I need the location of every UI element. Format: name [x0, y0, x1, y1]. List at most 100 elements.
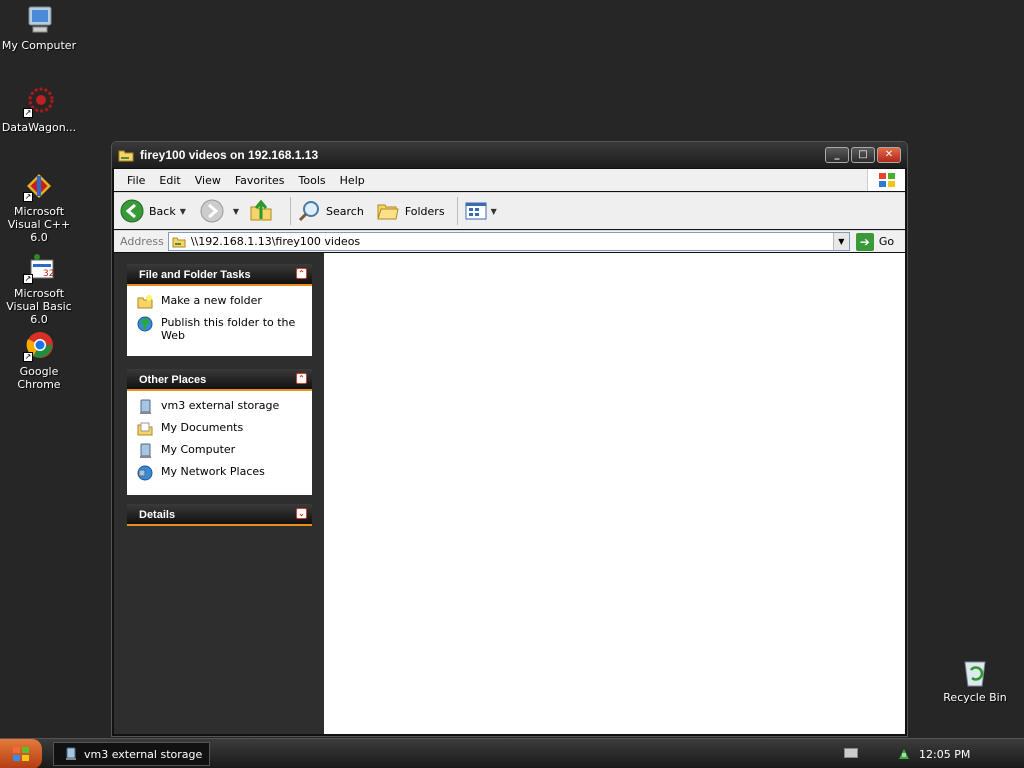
network-status-icon[interactable]	[897, 747, 911, 761]
place-label: My Network Places	[161, 465, 265, 478]
up-folder-button[interactable]	[249, 199, 278, 223]
go-arrow-icon: ➔	[855, 232, 874, 251]
svg-text:32: 32	[43, 269, 54, 279]
explorer-window: firey100 videos on 192.168.1.13 _ □ ✕ Fi…	[111, 141, 908, 737]
task-label: Publish this folder to the Web	[161, 316, 296, 342]
panel-title: Details	[139, 509, 176, 521]
back-dropdown-icon[interactable]: ▼	[180, 207, 186, 216]
system-tray: 12:05 PM	[844, 739, 1024, 768]
visual-basic-icon: 32 ↗	[23, 252, 55, 284]
details-panel: Details ⌄	[127, 504, 312, 526]
address-bar: Address \\192.168.1.13\firey100 videos ▼…	[114, 230, 905, 252]
place-label: My Computer	[161, 443, 236, 456]
place-my-computer[interactable]: My Computer	[137, 443, 302, 459]
search-button[interactable]: Search	[297, 199, 364, 223]
computer-icon	[64, 747, 78, 761]
collapse-icon[interactable]: ⌃	[296, 373, 307, 384]
address-value: \\192.168.1.13\firey100 videos	[190, 235, 361, 248]
task-publish-web[interactable]: Publish this folder to the Web	[137, 316, 302, 342]
keyboard-icon[interactable]	[844, 748, 858, 758]
go-label: Go	[878, 235, 895, 248]
folders-label: Folders	[404, 204, 445, 218]
desktop-icon-google-chrome[interactable]: ↗ Google Chrome	[0, 330, 78, 391]
taskbar: vm3 external storage 12:05 PM	[0, 738, 1024, 768]
back-label: Back	[149, 204, 176, 218]
other-places-panel: Other Places ⌃ vm3 external storage My D…	[127, 369, 312, 495]
file-list-area[interactable]	[324, 253, 905, 734]
views-icon	[464, 199, 488, 223]
forward-arrow-icon	[200, 199, 224, 223]
go-button[interactable]: ➔ Go	[855, 232, 895, 251]
desktop-icon-label: Microsoft Visual C++ 6.0	[7, 205, 71, 244]
place-label: My Documents	[161, 421, 244, 434]
place-vm3-external-storage[interactable]: vm3 external storage	[137, 399, 302, 415]
minimize-button[interactable]: _	[825, 147, 849, 163]
shortcut-arrow-icon: ↗	[23, 192, 33, 202]
menu-favorites[interactable]: Favorites	[228, 174, 292, 187]
recycle-bin-icon	[959, 656, 991, 688]
new-folder-icon	[137, 294, 153, 310]
menu-edit[interactable]: Edit	[152, 174, 187, 187]
panel-header[interactable]: Details ⌄	[127, 504, 312, 526]
title-bar[interactable]: firey100 videos on 192.168.1.13 _ □ ✕	[112, 142, 907, 168]
address-input[interactable]: \\192.168.1.13\firey100 videos ▼	[167, 232, 850, 251]
address-dropdown-icon[interactable]: ▼	[832, 233, 849, 250]
menu-file[interactable]: File	[120, 174, 152, 187]
file-folder-tasks-panel: File and Folder Tasks ⌃ Make a new folde…	[127, 264, 312, 356]
maximize-button[interactable]: □	[851, 147, 875, 163]
close-button[interactable]: ✕	[877, 147, 901, 163]
desktop-icon-recycle-bin[interactable]: Recycle Bin	[936, 656, 1014, 704]
desktop-icon-label: DataWagon...	[1, 121, 77, 134]
window-title: firey100 videos on 192.168.1.13	[140, 148, 319, 162]
desktop-icon-label: Google Chrome	[17, 365, 61, 391]
computer-icon	[137, 399, 153, 415]
toolbar: Back ▼ ▼ Search Folders ▼	[114, 192, 905, 229]
up-folder-icon	[249, 199, 273, 223]
desktop-icon-my-computer[interactable]: My Computer	[0, 4, 78, 52]
start-button[interactable]	[0, 739, 42, 768]
back-button[interactable]: Back ▼	[120, 199, 186, 223]
desktop-icon-datawagon[interactable]: ↗ DataWagon...	[0, 86, 78, 134]
panel-title: Other Places	[139, 374, 207, 386]
taskbar-button-label: vm3 external storage	[84, 747, 203, 761]
forward-button[interactable]: ▼	[200, 199, 239, 223]
task-make-new-folder[interactable]: Make a new folder	[137, 294, 302, 310]
views-button[interactable]: ▼	[464, 199, 497, 223]
folders-icon	[376, 199, 400, 223]
shortcut-arrow-icon: ↗	[23, 108, 33, 118]
collapse-icon[interactable]: ⌃	[296, 268, 307, 279]
visual-cpp-icon: ↗	[23, 170, 55, 202]
chrome-icon: ↗	[23, 330, 55, 362]
network-places-icon	[137, 465, 153, 481]
desktop-icon-visual-basic[interactable]: 32 ↗ Microsoft Visual Basic 6.0	[0, 252, 78, 326]
network-folder-icon	[118, 147, 134, 163]
taskbar-button-vm3[interactable]: vm3 external storage	[53, 742, 210, 766]
windows-logo-icon	[13, 747, 29, 761]
desktop-icon-label: Recycle Bin	[943, 691, 1007, 704]
views-dropdown-icon[interactable]: ▼	[491, 207, 497, 216]
menu-help[interactable]: Help	[333, 174, 372, 187]
place-my-documents[interactable]: My Documents	[137, 421, 302, 437]
task-label: Make a new folder	[161, 294, 262, 307]
desktop-icon-visual-cpp[interactable]: ↗ Microsoft Visual C++ 6.0	[0, 170, 78, 244]
back-arrow-icon	[120, 199, 144, 223]
computer-icon	[23, 4, 55, 36]
menu-view[interactable]: View	[188, 174, 228, 187]
windows-logo-icon	[867, 169, 905, 191]
clock[interactable]: 12:05 PM	[919, 748, 970, 761]
search-icon	[297, 199, 321, 223]
computer-icon	[137, 443, 153, 459]
toolbar-separator	[290, 197, 292, 225]
menu-tools[interactable]: Tools	[292, 174, 333, 187]
shortcut-arrow-icon: ↗	[23, 274, 33, 284]
folders-button[interactable]: Folders	[376, 199, 445, 223]
forward-dropdown-icon[interactable]: ▼	[233, 207, 239, 216]
desktop-icon-label: Microsoft Visual Basic 6.0	[6, 287, 72, 326]
expand-icon[interactable]: ⌄	[296, 508, 307, 519]
place-my-network-places[interactable]: My Network Places	[137, 465, 302, 481]
task-pane: File and Folder Tasks ⌃ Make a new folde…	[114, 253, 324, 734]
panel-header[interactable]: Other Places ⌃	[127, 369, 312, 391]
search-label: Search	[326, 204, 364, 218]
address-label: Address	[120, 235, 164, 248]
panel-header[interactable]: File and Folder Tasks ⌃	[127, 264, 312, 286]
